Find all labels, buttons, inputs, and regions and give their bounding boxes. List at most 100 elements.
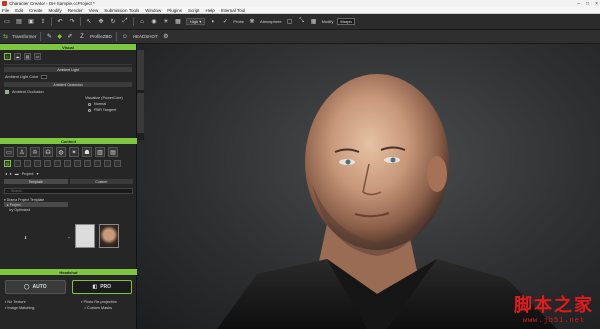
accessory-icon[interactable]: ✶ — [69, 147, 79, 157]
settings-icon[interactable]: ⚙ — [162, 33, 170, 41]
image-matching-option[interactable]: ▪ Image Matching — [5, 306, 34, 310]
undo-icon[interactable]: ↶ — [56, 18, 64, 26]
transformer-icon[interactable]: ⇆ — [3, 33, 8, 40]
forward-icon[interactable]: ▸ — [10, 171, 12, 176]
close-icon[interactable]: × — [595, 1, 598, 7]
modify-label[interactable]: Modify — [322, 19, 334, 24]
profile-label[interactable]: ProfileZBD — [90, 34, 112, 39]
sculpt-icon[interactable]: ✐ — [66, 33, 74, 41]
subcategory-icon[interactable] — [114, 160, 121, 167]
scale-icon[interactable]: ⤢ — [121, 18, 129, 26]
headshot-icon[interactable]: ☺ — [121, 33, 129, 41]
tree-item-drama[interactable]: ▾ Drama Project Template — [4, 197, 133, 202]
probe-icon[interactable]: ✓ — [221, 18, 229, 26]
mesh-icon[interactable]: ◆ — [57, 33, 62, 40]
atmosphere-label[interactable]: Atmosphere — [260, 19, 282, 24]
render-icon[interactable]: ◐ — [209, 18, 217, 26]
subcategory-icon[interactable] — [44, 160, 51, 167]
ambient-light-subhead[interactable]: Ambient Light — [4, 67, 132, 72]
download-icon[interactable]: ⬇ — [24, 235, 27, 240]
redo-icon[interactable]: ↷ — [68, 18, 76, 26]
zbrush-icon[interactable]: Z — [78, 33, 86, 41]
menu-internal-tool[interactable]: Internal Tool — [221, 8, 245, 13]
skin-icon[interactable]: ◍ — [56, 147, 66, 157]
menu-file[interactable]: File — [2, 8, 9, 13]
menu-plugins[interactable]: Plugins — [167, 8, 182, 13]
transformer-label[interactable]: Transformer — [12, 34, 36, 39]
menu-edit[interactable]: Edit — [15, 8, 23, 13]
pose-icon[interactable]: ☗ — [82, 147, 92, 157]
subcategory-icon[interactable] — [84, 160, 91, 167]
search-input[interactable]: ⌕ Search — [4, 188, 133, 194]
side-tab-modify[interactable] — [137, 50, 144, 90]
atmosphere-icon[interactable]: ❋ — [248, 18, 256, 26]
light-icon[interactable]: ☀ — [162, 18, 170, 26]
minimize-icon[interactable]: – — [577, 1, 580, 7]
radio-pbr[interactable] — [88, 108, 91, 112]
add-icon[interactable]: + — [68, 236, 70, 240]
sun-icon[interactable]: ☼ — [4, 53, 11, 60]
chevron-down-icon[interactable]: ▾ — [36, 171, 38, 176]
clothing-icon[interactable]: ♔ — [30, 147, 40, 157]
subcategory-icon[interactable] — [14, 160, 21, 167]
maximize-icon[interactable]: □ — [586, 1, 589, 7]
subcategory-active-icon[interactable]: ▤ — [4, 160, 11, 167]
subcategory-icon[interactable] — [104, 160, 111, 167]
character-icon[interactable]: ♙ — [17, 147, 27, 157]
monitor-icon[interactable]: ▭ — [4, 147, 14, 157]
tab-template[interactable]: Template — [4, 179, 68, 184]
grid-icon[interactable]: ▦ — [174, 18, 182, 26]
auto-button[interactable]: ◯ AUTO — [5, 280, 66, 294]
menu-render[interactable]: Render — [68, 8, 83, 13]
menu-modify[interactable]: Modify — [49, 8, 62, 13]
ambient-occlusion-subhead[interactable]: Ambient Occlusion — [4, 82, 132, 87]
hair-icon[interactable]: ☊ — [43, 147, 53, 157]
open-folder-icon[interactable]: ▤ — [15, 18, 23, 26]
subcategory-icon[interactable] — [94, 160, 101, 167]
menu-script[interactable]: Script — [188, 8, 200, 13]
quality-dropdown[interactable]: High ▾ — [186, 18, 206, 25]
subcategory-icon[interactable] — [24, 160, 31, 167]
subcategory-icon[interactable] — [74, 160, 81, 167]
subcategory-icon[interactable] — [64, 160, 71, 167]
side-tab-scene[interactable] — [137, 93, 144, 133]
custom-mask-option[interactable]: ▪ Custom Masks — [84, 306, 112, 310]
menu-window[interactable]: Window — [145, 8, 161, 13]
scene-icon[interactable]: ▥ — [95, 147, 105, 157]
photo-reprojection-option[interactable]: ▪ Photo Re-projection — [81, 300, 117, 304]
ambient-light-color-swatch[interactable] — [41, 75, 48, 79]
modify-icon[interactable]: ▦ — [310, 18, 318, 26]
rotate-icon[interactable]: ↻ — [109, 18, 117, 26]
subcategory-icon[interactable] — [54, 160, 61, 167]
cloud-icon[interactable]: ☁ — [14, 53, 21, 60]
radio-normal[interactable] — [88, 102, 91, 106]
expand-icon[interactable]: ⤡ — [298, 18, 306, 26]
menu-view[interactable]: View — [89, 8, 99, 13]
morph-button[interactable]: Morph — [337, 18, 355, 25]
media-icon[interactable]: ▤ — [108, 147, 118, 157]
home-view-icon[interactable]: ⌂ — [138, 18, 146, 26]
save-icon[interactable]: ▣ — [27, 18, 35, 26]
probe-label[interactable]: Probe — [233, 19, 244, 24]
visualize-option-pbr[interactable]: PBR Tangent — [0, 107, 136, 113]
breadcrumb-project[interactable]: Project — [22, 172, 34, 176]
tab-custom[interactable]: Custom — [69, 179, 133, 184]
brush-icon[interactable]: ✎ — [45, 33, 53, 41]
select-icon[interactable]: ↖ — [85, 18, 93, 26]
screenshot-icon[interactable]: ▢ — [286, 18, 294, 26]
3d-viewport[interactable]: 脚本之家 www.jb51.net — [137, 44, 600, 329]
pro-button[interactable]: ◧ PRO — [71, 280, 132, 294]
film-icon[interactable]: ▤ — [24, 53, 31, 60]
menu-help[interactable]: Help — [206, 8, 215, 13]
new-file-icon[interactable]: ▭ — [3, 18, 11, 26]
headshot-label[interactable]: HEADSHOT — [133, 34, 158, 39]
ambient-occlusion-checkbox[interactable] — [5, 90, 9, 94]
template-thumbnail-blank[interactable] — [75, 224, 95, 248]
back-icon[interactable]: ◂ — [5, 171, 7, 176]
subcategory-icon[interactable] — [34, 160, 41, 167]
tree-item-ivy[interactable]: Ivy Optimized — [4, 207, 133, 212]
no-texture-option[interactable]: ▪ No Texture — [5, 300, 26, 304]
display-icon[interactable]: ▭ — [34, 53, 41, 60]
camera-icon[interactable]: ◉ — [150, 18, 158, 26]
move-icon[interactable]: ✥ — [97, 18, 105, 26]
